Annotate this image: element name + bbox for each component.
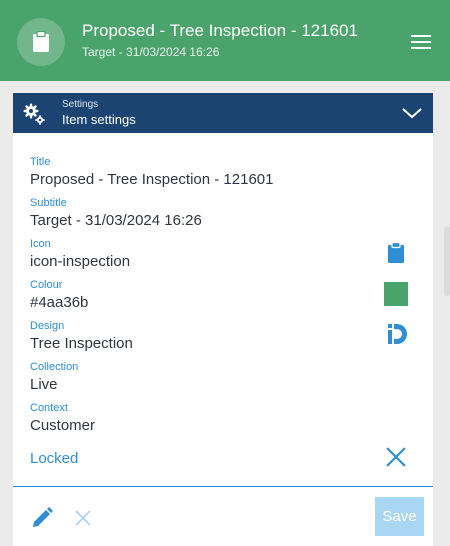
colour-value: #4aa36b — [30, 294, 89, 311]
icon-label: Icon — [30, 238, 51, 250]
settings-small-label: Settings — [62, 99, 99, 110]
chevron-down-icon[interactable] — [401, 106, 423, 120]
close-icon[interactable] — [385, 446, 407, 468]
colour-label: Colour — [30, 279, 63, 291]
item-settings-card: Settings Item settings Title Proposed - … — [13, 93, 433, 546]
subtitle-value: Target - 31/03/2024 16:26 — [30, 212, 202, 229]
clipboard-icon — [388, 242, 404, 263]
icon-value: icon-inspection — [30, 253, 131, 270]
clipboard-icon — [33, 31, 49, 52]
header-avatar — [17, 18, 65, 66]
footer-divider — [13, 486, 433, 487]
design-label: Design — [30, 320, 65, 332]
title-value: Proposed - Tree Inspection - 121601 — [30, 171, 274, 188]
settings-toggle-bar[interactable]: Settings Item settings — [13, 93, 433, 133]
gears-icon — [23, 103, 45, 125]
header-subtitle: Target - 31/03/2024 16:26 — [82, 45, 220, 59]
subtitle-label: Subtitle — [30, 197, 67, 209]
context-label: Context — [30, 402, 68, 414]
save-button[interactable]: Save — [375, 497, 424, 536]
design-value: Tree Inspection — [30, 335, 133, 352]
app-header: Proposed - Tree Inspection - 121601 Targ… — [0, 0, 450, 81]
scrollbar-thumb[interactable] — [444, 226, 450, 296]
locked-label: Locked — [30, 450, 79, 467]
colour-swatch — [384, 282, 408, 306]
cancel-close-icon[interactable] — [74, 509, 92, 527]
collection-label: Collection — [30, 361, 79, 373]
pencil-icon[interactable] — [30, 506, 54, 530]
settings-main-label: Item settings — [62, 112, 136, 127]
context-value: Customer — [30, 417, 96, 434]
hamburger-menu-icon[interactable] — [408, 34, 434, 50]
design-logo-icon — [388, 324, 407, 344]
title-label: Title — [30, 156, 51, 168]
collection-value: Live — [30, 376, 58, 393]
header-title: Proposed - Tree Inspection - 121601 — [82, 21, 358, 40]
